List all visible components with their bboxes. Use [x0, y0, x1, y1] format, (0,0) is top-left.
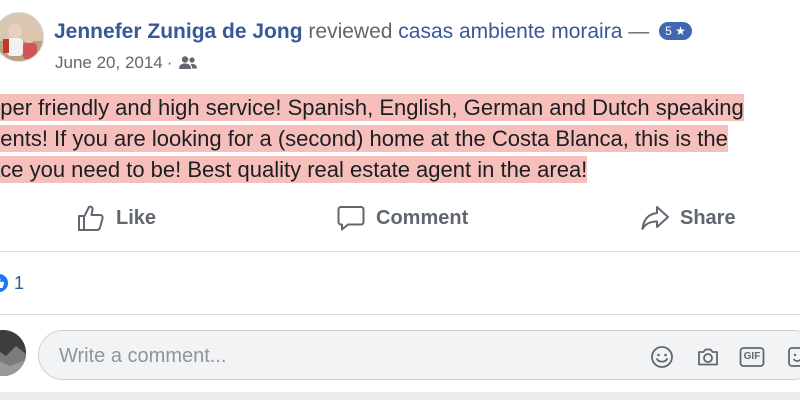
gif-label: GIF	[743, 351, 761, 362]
review-text-line: ace you need to be! Best quality real es…	[0, 156, 588, 183]
review-headline: Jennefer Zuniga de Jong reviewed casas a…	[54, 18, 692, 46]
sticker-icon[interactable]	[785, 344, 800, 370]
like-count: 1	[14, 272, 25, 293]
divider	[0, 251, 800, 252]
thumbs-up-icon	[78, 205, 104, 231]
comment-composer: GIF	[38, 330, 800, 380]
rating-value: 5	[665, 24, 672, 38]
page-name-link[interactable]: casas ambiente moraira	[398, 20, 622, 43]
review-text-line: gents! If you are looking for a (second)…	[0, 125, 728, 152]
camera-icon[interactable]	[695, 344, 721, 370]
bottom-strip	[0, 392, 800, 400]
comment-input[interactable]	[59, 343, 619, 369]
reviewed-text: reviewed	[308, 20, 393, 43]
reviewer-photo	[0, 13, 43, 61]
commenter-avatar	[0, 330, 26, 376]
emoji-icon[interactable]	[649, 344, 675, 370]
review-meta: June 20, 2014 ·	[55, 53, 198, 73]
divider	[0, 314, 800, 315]
rating-badge: 5 ★	[659, 22, 692, 40]
action-bar: Like Comment Share	[0, 198, 800, 238]
comment-button[interactable]: Comment	[336, 198, 468, 238]
share-label: Share	[680, 206, 736, 229]
friends-icon[interactable]	[178, 55, 198, 71]
review-text: uper friendly and high service! Spanish,…	[0, 92, 800, 185]
like-label: Like	[116, 206, 157, 229]
reactions-summary[interactable]: 1	[0, 272, 24, 294]
meta-separator: ·	[166, 53, 173, 72]
headline-dash: —	[628, 20, 650, 43]
comment-bubble-icon	[337, 206, 365, 231]
gif-icon[interactable]: GIF	[739, 344, 765, 370]
share-button[interactable]: Share	[640, 198, 736, 238]
like-reaction-icon	[0, 274, 8, 292]
review-text-line: uper friendly and high service! Spanish,…	[0, 94, 744, 121]
star-icon: ★	[675, 24, 686, 38]
like-button[interactable]: Like	[76, 198, 156, 238]
comment-label: Comment	[376, 206, 469, 229]
review-date-link[interactable]: June 20, 2014	[55, 53, 163, 73]
share-arrow-icon	[641, 206, 669, 230]
reviewer-avatar[interactable]	[0, 12, 44, 62]
author-name-link[interactable]: Jennefer Zuniga de Jong	[54, 20, 303, 43]
